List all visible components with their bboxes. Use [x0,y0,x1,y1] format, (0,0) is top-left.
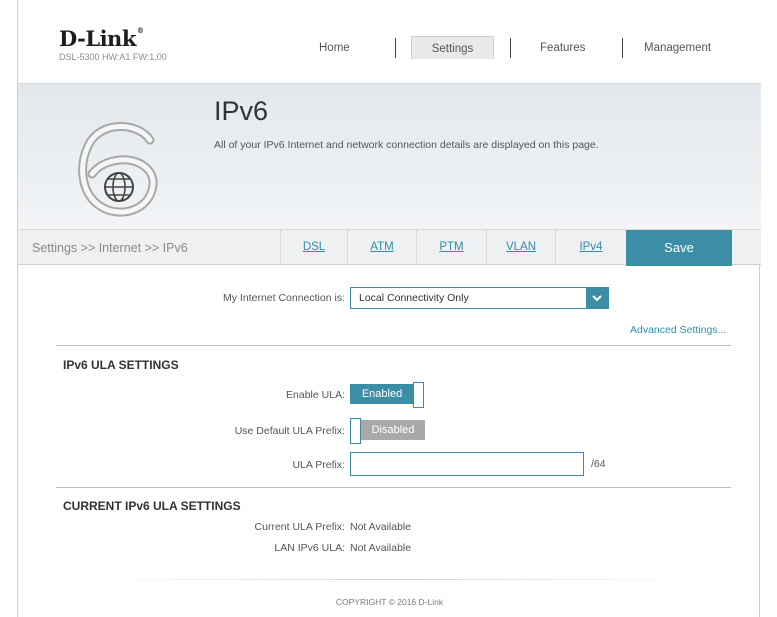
nav-management[interactable]: Management [644,36,711,60]
tab-vlan[interactable]: VLAN [486,230,555,265]
nav-divider [510,38,511,58]
connection-type-label: My Internet Connection is: [223,292,345,304]
divider [56,487,731,488]
connection-type-value: Local Connectivity Only [359,292,469,304]
toggle-knob[interactable] [350,418,361,444]
tab-dsl[interactable]: DSL [280,230,347,265]
tab-ptm[interactable]: PTM [416,230,486,265]
nav-features[interactable]: Features [540,36,585,60]
chevron-down-icon[interactable] [586,288,608,308]
advanced-settings-link[interactable]: Advanced Settings... [630,324,726,336]
current-ula-heading: CURRENT IPv6 ULA SETTINGS [63,499,241,513]
footer-divider [84,579,704,580]
default-ula-prefix-toggle[interactable]: Disabled [350,418,426,444]
toggle-state: Enabled [350,384,414,404]
ipv6-globe-lock-icon [78,122,158,217]
tab-atm[interactable]: ATM [347,230,416,265]
save-button[interactable]: Save [626,230,732,266]
dlink-logo[interactable]: D-Link® [59,26,144,51]
tab-ipv4[interactable]: IPv4 [555,230,626,265]
enable-ula-toggle[interactable]: Enabled [350,382,426,408]
page-description: All of your IPv6 Internet and network co… [214,139,599,151]
header: D-Link® DSL-5300 HW:A1 FW:1.00 Home Sett… [18,0,761,83]
model-info: DSL-5300 HW:A1 FW:1.00 [59,52,167,62]
enable-ula-label: Enable ULA: [286,389,345,401]
ula-settings-heading: IPv6 ULA SETTINGS [63,358,179,372]
ula-prefix-suffix: /64 [591,458,606,470]
toggle-knob[interactable] [413,382,424,408]
default-ula-prefix-label: Use Default ULA Prefix: [234,425,345,437]
ula-prefix-input[interactable] [350,452,584,476]
settings-tabbar: Settings >> Internet >> IPv6 DSL ATM PTM… [18,229,761,266]
page-title: IPv6 [214,96,269,126]
router-admin-frame: D-Link® DSL-5300 HW:A1 FW:1.00 Home Sett… [17,0,761,617]
toggle-state: Disabled [361,420,425,440]
lan-ipv6-ula-value: Not Available [350,542,412,554]
nav-divider [622,38,623,58]
connection-type-select[interactable]: Local Connectivity Only [350,287,609,309]
ula-prefix-label: ULA Prefix: [292,459,345,471]
breadcrumb: Settings >> Internet >> IPv6 [32,241,188,255]
nav-divider [395,38,396,58]
copyright: COPYRIGHT © 2016 D-Link [335,597,444,607]
lan-ipv6-ula-label: LAN IPv6 ULA: [274,542,345,554]
current-ula-prefix-value: Not Available [350,521,412,533]
nav-settings[interactable]: Settings [411,36,494,59]
page-banner: IPv6 All of your IPv6 Internet and netwo… [18,83,761,229]
nav-home[interactable]: Home [319,36,350,60]
current-ula-prefix-label: Current ULA Prefix: [254,521,345,533]
divider [56,345,731,346]
